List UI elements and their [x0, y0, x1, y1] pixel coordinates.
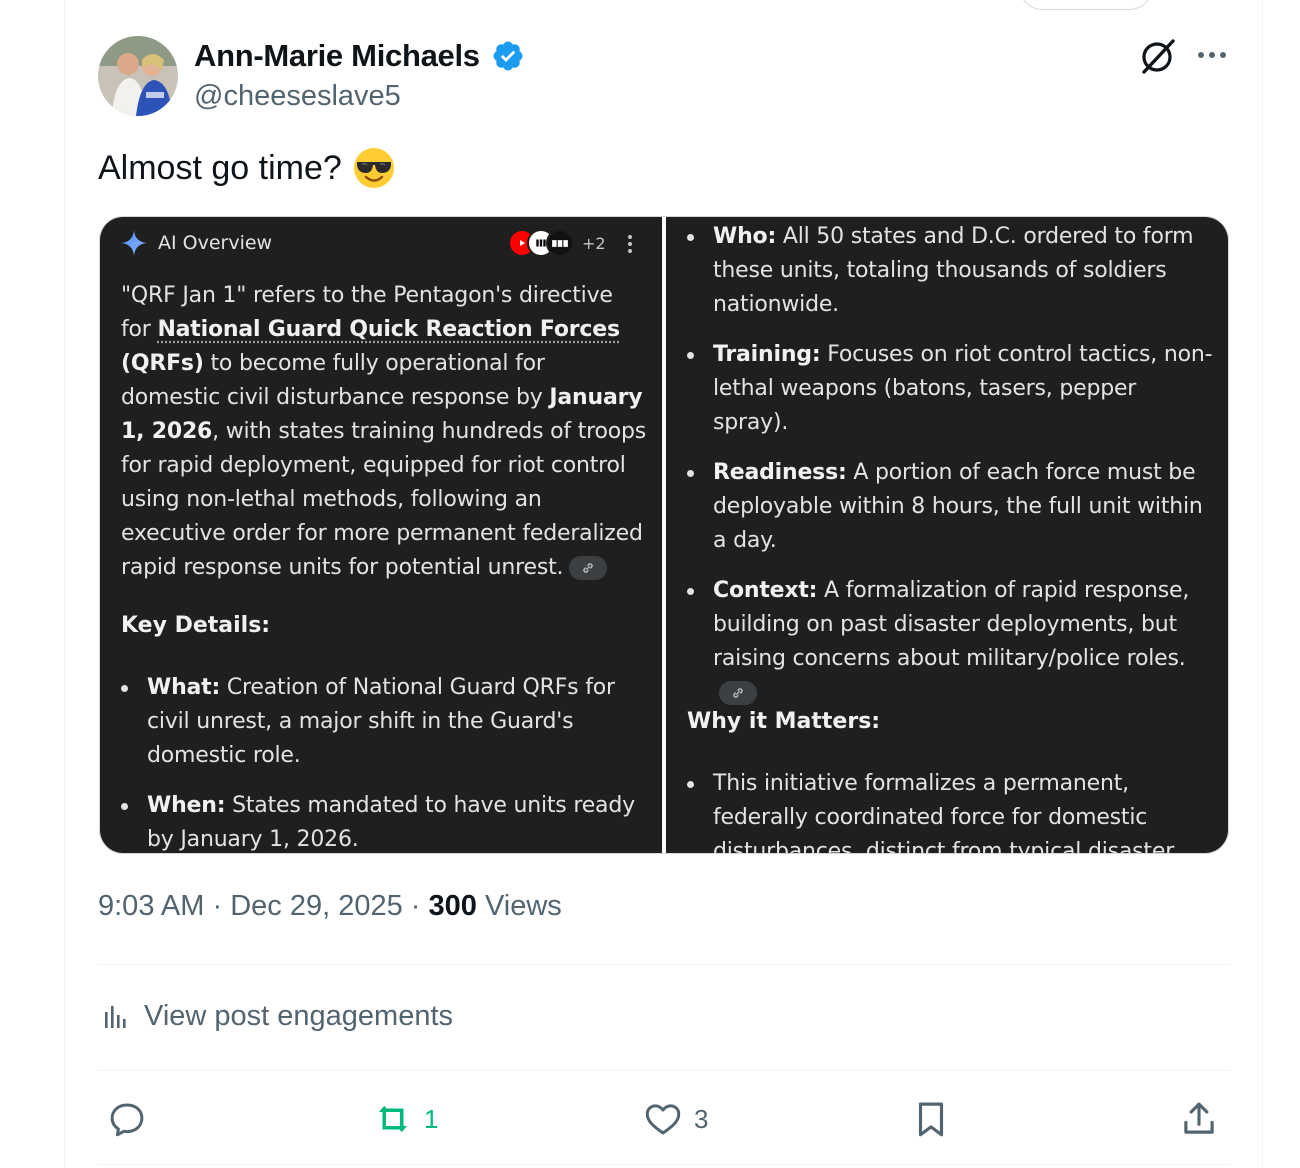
summary-abbrev: (QRFs)	[121, 351, 204, 376]
citation-link-chip[interactable]	[719, 681, 757, 705]
list-item-label: What:	[147, 675, 221, 700]
top-button-partial[interactable]	[1018, 0, 1154, 10]
post-text: Almost go time?	[98, 146, 396, 190]
why-it-matters-list: This initiative formalizes a permanent, …	[687, 767, 1217, 854]
views-label: Views	[484, 890, 562, 922]
ai-overview-summary: "QRF Jan 1" refers to the Pentagon's dir…	[121, 279, 649, 585]
qrf-link[interactable]: National Guard Quick Reaction Forces	[157, 317, 620, 342]
list-item: What: Creation of National Guard QRFs fo…	[121, 671, 651, 773]
kebab-menu-icon[interactable]	[621, 233, 639, 255]
sunglasses-emoji-icon	[353, 148, 394, 188]
list-item-text: All 50 states and D.C. ordered to form t…	[713, 224, 1194, 317]
repost-icon	[379, 1105, 407, 1133]
views-count: 300	[428, 890, 477, 922]
post-media[interactable]: AI Overview +2 "QRF Jan 1" refers to the…	[99, 216, 1229, 854]
meta-separator: ·	[410, 890, 421, 922]
list-item: Training: Focuses on riot control tactic…	[687, 338, 1217, 440]
like-count: 3	[694, 1103, 709, 1134]
post-time[interactable]: 9:03 AM	[98, 890, 204, 922]
handle[interactable]: @cheeseslave5	[194, 80, 401, 113]
link-icon	[733, 688, 743, 698]
avatar[interactable]	[98, 36, 178, 116]
view-engagements-link[interactable]: View post engagements	[102, 1000, 453, 1033]
post-date[interactable]: Dec 29, 2025	[230, 890, 403, 922]
post-text-content: Almost go time?	[98, 148, 342, 187]
column-border-right	[1262, 0, 1263, 1168]
verified-badge-icon[interactable]	[491, 39, 525, 73]
column-border-left	[64, 0, 65, 1168]
list-item: Context: A formalization of rapid respon…	[687, 574, 1217, 710]
divider	[98, 1070, 1230, 1071]
list-item: Readiness: A portion of each force must …	[687, 456, 1217, 558]
key-details-list: What: Creation of National Guard QRFs fo…	[121, 671, 651, 853]
analytics-icon	[105, 1005, 126, 1028]
ai-overview-image-right[interactable]: Who: All 50 states and D.C. ordered to f…	[666, 217, 1228, 854]
share-icon	[1184, 1102, 1214, 1134]
source-favicons[interactable]: +2	[508, 229, 606, 257]
link-icon	[583, 563, 594, 573]
ai-overview-image-left[interactable]: AI Overview +2 "QRF Jan 1" refers to the…	[100, 217, 662, 853]
view-engagements-label[interactable]: View post engagements	[144, 1000, 453, 1033]
list-item-label: When:	[147, 793, 226, 818]
list-item: This initiative formalizes a permanent, …	[687, 767, 1217, 854]
citation-link-chip[interactable]	[569, 556, 608, 580]
reply-button[interactable]	[106, 1098, 158, 1140]
repost-count: 1	[424, 1103, 439, 1134]
ai-overview-label: AI Overview	[158, 232, 273, 254]
reply-icon	[110, 1103, 144, 1137]
more-options-icon[interactable]	[1194, 40, 1230, 70]
list-item-label: Readiness:	[713, 460, 847, 485]
grok-icon[interactable]	[1136, 36, 1178, 78]
bookmark-icon	[918, 1102, 944, 1137]
list-item: When: States mandated to have units read…	[121, 789, 651, 853]
bbc-source-icon	[546, 229, 574, 257]
list-item-label: Context:	[713, 578, 818, 603]
display-name[interactable]: Ann-Marie Michaels	[194, 38, 480, 74]
heart-icon	[645, 1104, 681, 1135]
meta-separator: ·	[212, 890, 223, 922]
list-item-label: Training:	[713, 342, 821, 367]
list-item: Who: All 50 states and D.C. ordered to f…	[687, 220, 1217, 322]
divider	[98, 964, 1230, 965]
repost-button[interactable]: 1	[372, 1098, 438, 1140]
post-meta: 9:03 AM · Dec 29, 2025 · 300 Views	[98, 890, 562, 923]
list-item-label: Who:	[713, 224, 777, 249]
list-item-text: This initiative formalizes a permanent, …	[713, 771, 1175, 854]
like-button[interactable]: 3	[642, 1098, 708, 1140]
details-list-continued: Who: All 50 states and D.C. ordered to f…	[687, 220, 1217, 726]
key-details-heading: Key Details:	[121, 613, 271, 638]
why-it-matters-heading: Why it Matters:	[687, 709, 881, 734]
ai-overview-header: AI Overview	[120, 229, 272, 257]
bookmark-button[interactable]	[910, 1098, 952, 1140]
divider	[98, 1164, 1230, 1165]
gemini-sparkle-icon	[121, 230, 147, 256]
share-button[interactable]	[1178, 1098, 1220, 1140]
source-count: +2	[582, 233, 606, 253]
